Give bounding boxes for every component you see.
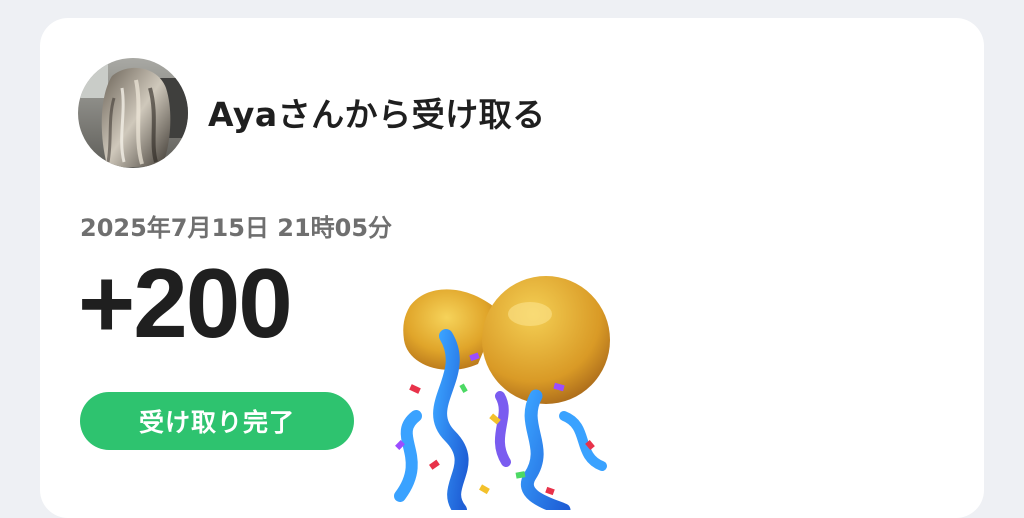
party-popper-icon [394,276,610,510]
received-amount: +200 [78,248,293,358]
receipt-card: Ayaさんから受け取る 2025年7月15日 21時05分 +200 受け取り完… [40,18,984,518]
sender-title: Ayaさんから受け取る [208,95,546,134]
avatar-photo [78,58,188,168]
status-badge: 受け取り完了 [80,392,354,450]
transaction-date: 2025年7月15日 21時05分 [80,214,393,242]
avatar [78,58,188,168]
